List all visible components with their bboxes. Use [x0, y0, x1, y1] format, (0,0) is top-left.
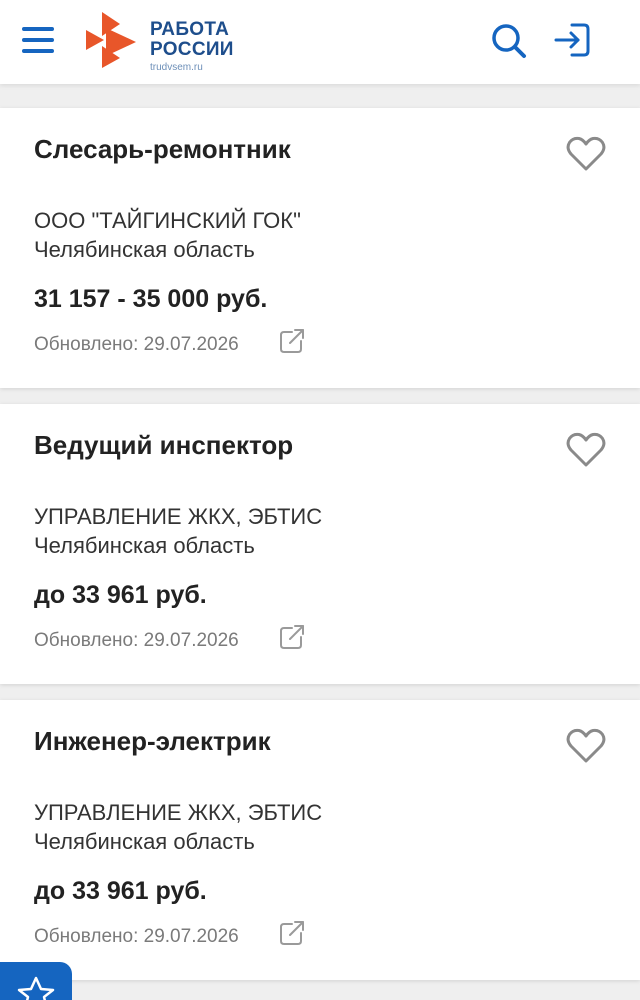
vacancy-salary: 31 157 - 35 000 руб.: [34, 285, 268, 313]
share-button[interactable]: [278, 327, 306, 355]
hamburger-icon: [22, 27, 54, 31]
vacancy-company: УПРАВЛЕНИЕ ЖКХ, ЭБТИС: [34, 800, 323, 825]
vacancy-title[interactable]: Слесарь-ремонтник: [34, 134, 291, 165]
external-link-icon: [280, 921, 304, 945]
favorite-button[interactable]: [566, 432, 606, 468]
vacancy-updated: Обновлено: 29.07.2026: [34, 926, 239, 947]
search-button[interactable]: [488, 20, 528, 60]
app-header: РАБОТА РОССИИ trudvsem.ru: [0, 0, 640, 84]
vacancy-card[interactable]: Слесарь-ремонтник ООО "ТАЙГИНСКИЙ ГОК" Ч…: [0, 108, 640, 388]
vacancy-region: Челябинская область: [34, 237, 255, 262]
vacancy-updated: Обновлено: 29.07.2026: [34, 334, 239, 355]
vacancy-company: УПРАВЛЕНИЕ ЖКХ, ЭБТИС: [34, 504, 323, 529]
site-logo[interactable]: РАБОТА РОССИИ trudvsem.ru: [84, 10, 244, 73]
share-button[interactable]: [278, 623, 306, 651]
vacancy-region: Челябинская область: [34, 533, 255, 558]
search-icon: [492, 24, 526, 58]
vacancy-card[interactable]: Ведущий инспектор УПРАВЛЕНИЕ ЖКХ, ЭБТИС …: [0, 404, 640, 684]
logo-mark-icon: [86, 12, 136, 68]
logo-url: trudvsem.ru: [150, 62, 203, 73]
vacancy-title[interactable]: Ведущий инспектор: [34, 430, 293, 461]
favorite-button[interactable]: [566, 136, 606, 172]
vacancy-salary: до 33 961 руб.: [34, 581, 207, 609]
star-icon: [17, 976, 55, 1000]
favorites-fab-button[interactable]: [0, 962, 72, 1000]
vacancy-region: Челябинская область: [34, 829, 255, 854]
vacancy-title[interactable]: Инженер-электрик: [34, 726, 271, 757]
heart-icon: [566, 432, 606, 467]
external-link-icon: [280, 329, 304, 353]
logo-text: РАБОТА РОССИИ trudvsem.ru: [150, 20, 234, 75]
share-button[interactable]: [278, 919, 306, 947]
menu-button[interactable]: [22, 24, 56, 54]
favorite-button[interactable]: [566, 728, 606, 764]
vacancy-company: ООО "ТАЙГИНСКИЙ ГОК": [34, 208, 301, 233]
heart-icon: [566, 136, 606, 171]
logo-line-1: РАБОТА: [150, 19, 230, 40]
external-link-icon: [280, 625, 304, 649]
login-button[interactable]: [552, 20, 592, 60]
heart-icon: [566, 728, 606, 763]
login-icon: [554, 23, 590, 57]
vacancy-card[interactable]: Инженер-электрик УПРАВЛЕНИЕ ЖКХ, ЭБТИС Ч…: [0, 700, 640, 980]
vacancy-updated: Обновлено: 29.07.2026: [34, 630, 239, 651]
vacancy-salary: до 33 961 руб.: [34, 877, 207, 905]
logo-line-2: РОССИИ: [150, 39, 234, 60]
